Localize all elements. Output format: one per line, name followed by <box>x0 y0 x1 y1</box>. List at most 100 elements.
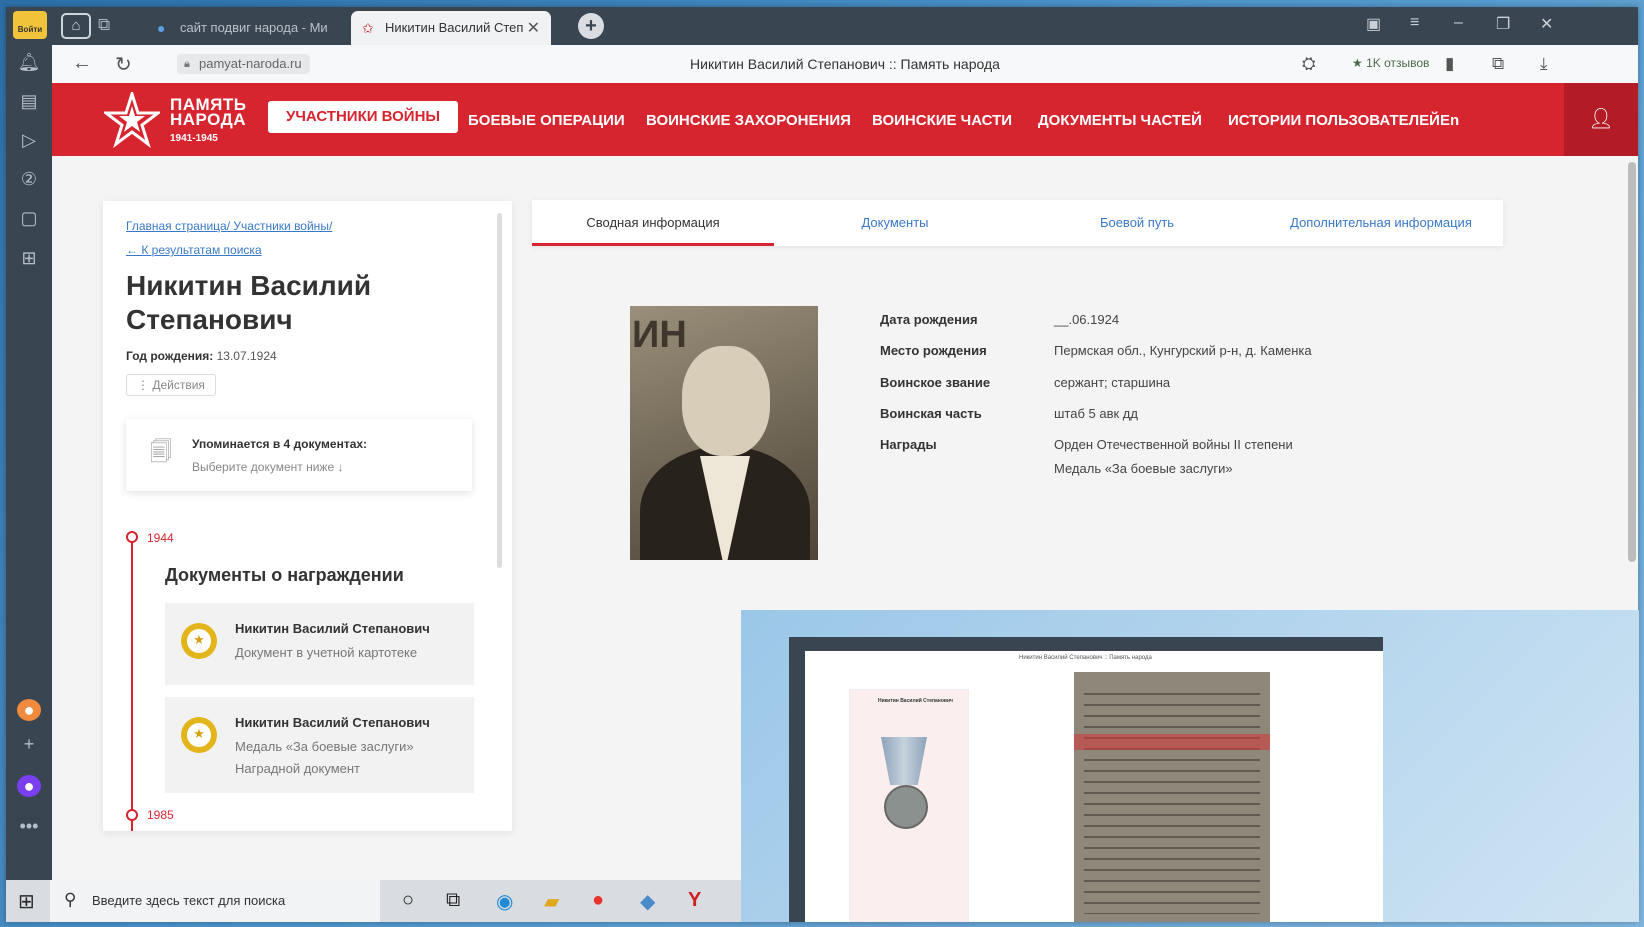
logo-text[interactable]: ПАМЯТЬ НАРОДА <box>170 96 247 129</box>
logo-star-icon[interactable] <box>104 92 160 148</box>
documents-icon: 🗐 <box>150 439 172 464</box>
address-bar: ← ↻ 🔒︎ pamyat-naroda.ru Никитин Василий … <box>52 45 1638 84</box>
taskbar: ⊞ ⚲ Введите здесь текст для поиска ○ ⧉ ◉… <box>6 880 741 922</box>
new-window-icon[interactable]: ⧉ <box>98 15 110 35</box>
login-badge[interactable]: Войти <box>13 11 47 39</box>
tab-combat-path[interactable]: Боевой путь <box>1016 200 1258 246</box>
download-icon[interactable]: ⤓ <box>1540 54 1548 74</box>
tab-additional-info[interactable]: Дополнительная информация <box>1260 200 1502 246</box>
browser-tab-2[interactable]: ✩ Никитин Василий Степ ✕ <box>351 11 551 45</box>
medal-icon <box>181 623 217 659</box>
counter-icon[interactable]: ② <box>17 168 41 190</box>
bell-icon[interactable]: 🔔︎ <box>17 51 41 73</box>
minimize-icon[interactable]: – <box>1454 14 1463 32</box>
task-view-icon[interactable]: ⧉ <box>446 889 460 912</box>
user-icon[interactable]: 👤︎ <box>1564 83 1638 156</box>
windows-start-icon[interactable]: ⊞ <box>18 889 35 914</box>
medal-icon <box>884 785 928 829</box>
inset-tabstrip <box>789 637 1383 651</box>
app-icon[interactable]: ◆ <box>640 889 655 914</box>
inset-page-title: Никитин Василий Степанович :: Память нар… <box>1019 655 1152 661</box>
screen-icon[interactable]: ▢ <box>17 207 41 229</box>
awards-heading: Документы о награждении <box>165 565 404 585</box>
document-text-lines <box>1084 684 1260 914</box>
taskbar-search[interactable]: ⚲ Введите здесь текст для поиска <box>50 880 380 922</box>
reviews-link[interactable]: ★ 1K отзывов <box>1352 56 1429 70</box>
birth-value: 13.07.1924 <box>216 349 277 363</box>
yandex-browser-icon[interactable]: ● <box>592 889 604 912</box>
yandex-tab-icon: ● <box>157 20 166 36</box>
logo-line2: НАРОДА <box>170 110 247 129</box>
browser-tabstrip: ⌂ ⧉ ● сайт подвиг народа - Ми ✩ Никитин … <box>6 7 1638 45</box>
extensions-icon[interactable]: ⧉ <box>1492 54 1504 74</box>
close-tab-icon[interactable]: ✕ <box>527 18 540 38</box>
tab-documents[interactable]: Документы <box>774 200 1016 246</box>
browser-tab-1[interactable]: ● сайт подвиг народа - Ми <box>146 11 344 45</box>
taskbar-search-placeholder: Введите здесь текст для поиска <box>92 893 286 908</box>
info-value-unit: штаб 5 авк дд <box>1054 406 1138 421</box>
inset-card-name: Никитин Василий Степанович <box>878 698 953 704</box>
new-tab-button[interactable]: + <box>578 13 604 39</box>
card-scrollbar[interactable] <box>497 213 502 568</box>
collections-side-icon[interactable]: ▤ <box>17 90 41 112</box>
app-orange-icon[interactable]: ● <box>17 699 41 721</box>
yandex-icon[interactable]: Y <box>688 889 701 912</box>
award-document-1[interactable]: Никитин Василий Степанович Документ в уч… <box>165 603 474 685</box>
timeline-year-1985: 1985 <box>147 808 174 822</box>
photo-background: ИН <box>632 314 687 356</box>
mentions-box: 🗐 Упоминается в 4 документах: Выберите д… <box>126 419 472 491</box>
nav-burials[interactable]: ВОИНСКИЕ ЗАХОРОНЕНИЯ <box>646 112 851 129</box>
menu-icon[interactable]: ≡ <box>1410 14 1419 32</box>
restore-icon[interactable]: ❐ <box>1496 14 1510 34</box>
person-photo: ИН <box>630 306 818 560</box>
star-tab-icon: ✩ <box>362 20 374 36</box>
inset-screenshot: Никитин Василий Степанович :: Память нар… <box>741 610 1639 922</box>
nav-language[interactable]: En <box>1440 112 1459 129</box>
back-to-results-link[interactable]: ← К результатам поиска <box>126 243 262 257</box>
alice-icon[interactable]: ● <box>17 775 41 797</box>
bookmark-icon[interactable]: ▮ <box>1445 54 1454 74</box>
breadcrumb-home[interactable]: Главная страница/ <box>126 219 230 233</box>
inset-archive-document <box>1074 672 1270 922</box>
document-highlight <box>1074 734 1270 750</box>
info-value-award-1: Орден Отечественной войны II степени <box>1054 437 1293 452</box>
profile-tabs: Сводная информация Документы Боевой путь… <box>532 200 1503 246</box>
inset-browser-window: Никитин Василий Степанович :: Память нар… <box>789 637 1383 922</box>
birth-year: Год рождения: 13.07.1924 <box>126 349 277 363</box>
translate-icon[interactable]: ⛭ <box>1302 54 1316 74</box>
nav-units[interactable]: ВОИНСКИЕ ЧАСТИ <box>872 112 1012 129</box>
close-window-icon[interactable]: ✕ <box>1540 14 1553 34</box>
award-2-name: Никитин Василий Степанович <box>235 715 430 730</box>
info-label-birthdate: Дата рождения <box>880 312 978 327</box>
browser-sidepanel: Войти 🔔︎ ▤ ▷ ② ▢ ⊞ ● + ● ••• <box>6 7 52 887</box>
timeline-dot <box>126 809 138 821</box>
info-value-rank: сержант; старшина <box>1054 375 1171 390</box>
logo-years: 1941-1945 <box>170 133 218 144</box>
info-value-birthplace: Пермская обл., Кунгурский р-н, д. Каменк… <box>1054 343 1312 358</box>
more-icon[interactable]: ••• <box>17 815 41 837</box>
actions-button[interactable]: ⋮ Действия <box>126 374 216 396</box>
info-value-birthdate: __.06.1924 <box>1054 312 1120 327</box>
tab-summary[interactable]: Сводная информация <box>532 200 774 246</box>
cortana-icon[interactable]: ○ <box>402 889 414 912</box>
award-2-type: Наградной документ <box>235 761 360 776</box>
site-header: ПАМЯТЬ НАРОДА 1941-1945 УЧАСТНИКИ ВОЙНЫ … <box>52 83 1638 156</box>
page-scrollbar[interactable] <box>1628 162 1636 562</box>
nav-unit-documents[interactable]: ДОКУМЕНТЫ ЧАСТЕЙ <box>1038 112 1202 129</box>
nav-operations[interactable]: БОЕВЫЕ ОПЕРАЦИИ <box>468 112 625 129</box>
mentions-title: Упоминается в 4 документах: <box>192 437 368 451</box>
play-icon[interactable]: ▷ <box>17 129 41 151</box>
nav-user-stories[interactable]: ИСТОРИИ ПОЛЬЗОВАТЕЛЕЙ <box>1228 112 1440 129</box>
award-document-2[interactable]: Никитин Василий Степанович Медаль «За бо… <box>165 697 474 793</box>
apps-icon[interactable]: ⊞ <box>17 247 41 269</box>
collections-icon[interactable]: ▣ <box>1366 14 1381 34</box>
home-icon[interactable]: ⌂ <box>61 13 91 39</box>
nav-participants[interactable]: УЧАСТНИКИ ВОЙНЫ <box>268 101 459 133</box>
browser-tab-2-title: Никитин Василий Степ <box>385 20 524 35</box>
explorer-icon[interactable]: ▰ <box>544 889 559 914</box>
add-icon[interactable]: + <box>17 733 41 755</box>
breadcrumb-section[interactable]: Участники войны/ <box>233 219 332 233</box>
edge-icon[interactable]: ◉ <box>496 889 513 914</box>
browser-tab-1-title: сайт подвиг народа - Ми <box>180 20 328 35</box>
info-value-award-2: Медаль «За боевые заслуги» <box>1054 461 1233 476</box>
